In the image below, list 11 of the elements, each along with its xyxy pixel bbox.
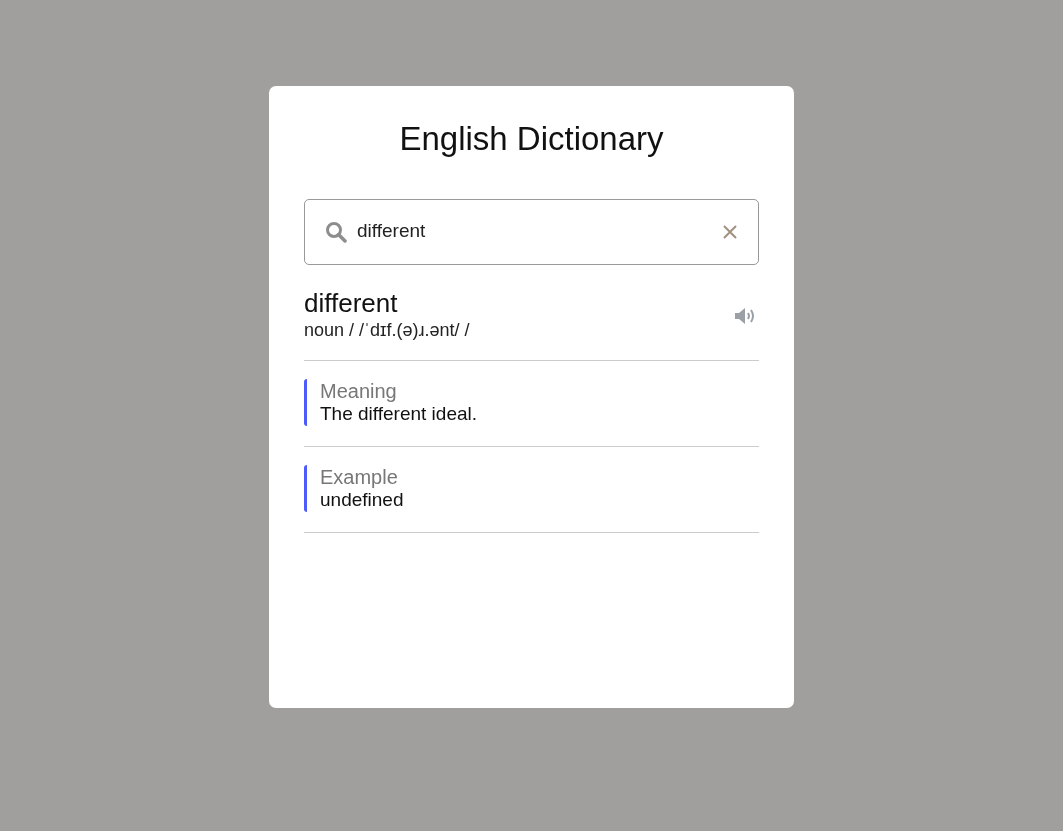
search-bar[interactable]: different bbox=[304, 198, 759, 265]
search-field[interactable]: different bbox=[357, 217, 712, 246]
phonetic-text: noun / /ˈdɪf.(ə)ɹ.ənt/ / bbox=[304, 319, 470, 343]
section-text: The different ideal. bbox=[320, 403, 479, 426]
headword: different bbox=[304, 288, 399, 318]
clear-icon[interactable] bbox=[722, 223, 738, 240]
app-title: English Dictionary bbox=[398, 119, 665, 159]
section-label: Example bbox=[320, 465, 399, 489]
search-icon bbox=[325, 220, 347, 243]
section-label: Meaning bbox=[320, 379, 398, 404]
section-text: undefined bbox=[320, 489, 405, 512]
